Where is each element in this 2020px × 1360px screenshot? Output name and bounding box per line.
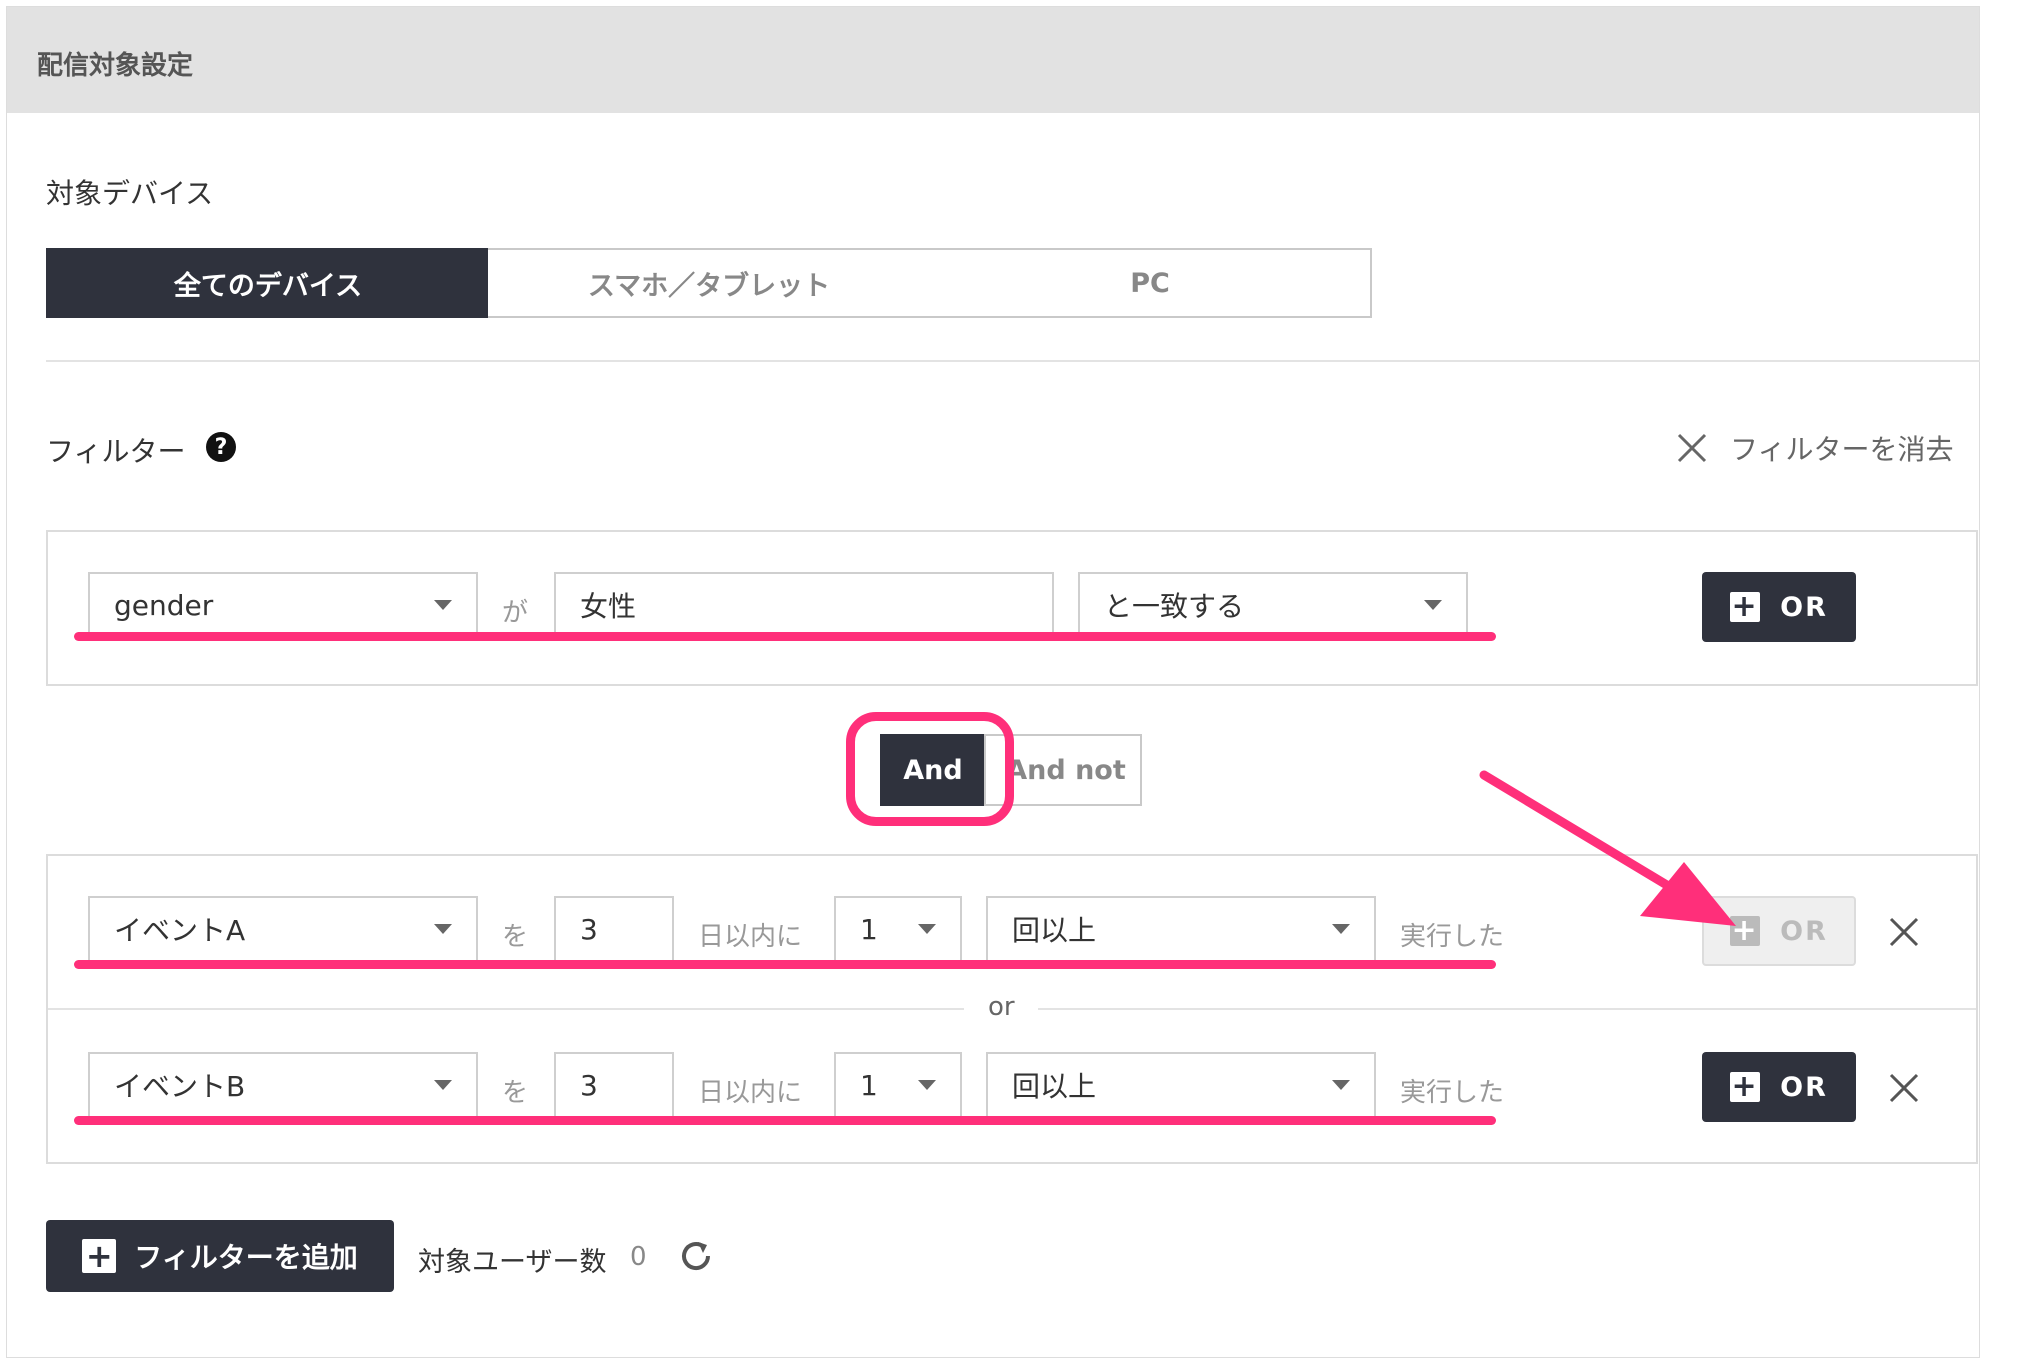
screen: 配信対象設定 対象デバイス 全てのデバイス スマホ／タブレット PC フィルター… <box>0 0 2020 1360</box>
annotation-arrow-icon <box>1479 770 1736 926</box>
